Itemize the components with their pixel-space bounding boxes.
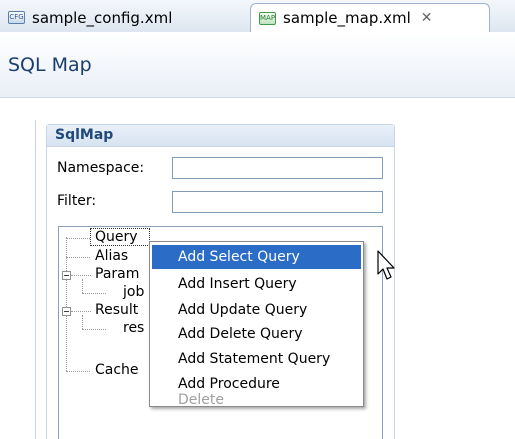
menu-item-add-insert-query[interactable]: Add Insert Query (152, 272, 361, 296)
tree-connector (66, 257, 90, 258)
tree-item-res[interactable]: res (123, 320, 144, 336)
close-icon[interactable]: ✕ (421, 10, 433, 26)
tree-item-alias[interactable]: Alias (95, 248, 128, 264)
menu-item-add-delete-query[interactable]: Add Delete Query (152, 322, 361, 346)
tree-connector (66, 238, 90, 239)
context-menu: Add Select Query Add Insert Query Add Up… (149, 241, 364, 407)
page-title: SQL Map (8, 54, 92, 76)
tree-connector (82, 279, 83, 293)
tree-item-parameter[interactable]: Param (95, 266, 139, 282)
menu-item-add-select-query[interactable]: Add Select Query (152, 245, 361, 269)
menu-item-delete: Delete (178, 392, 224, 408)
namespace-label: Namespace: (57, 160, 145, 176)
tree-connector (66, 371, 90, 372)
collapse-icon[interactable] (62, 271, 71, 280)
collapse-icon[interactable] (62, 307, 71, 316)
cfg-file-icon: CFG (8, 11, 25, 24)
tab-label: sample_map.xml (283, 9, 411, 27)
tree-item-query[interactable]: Query (95, 229, 138, 245)
tree-connector (71, 311, 91, 312)
divider (35, 120, 36, 439)
tab-label: sample_config.xml (32, 8, 173, 27)
tree-connector (82, 315, 83, 329)
menu-item-add-update-query[interactable]: Add Update Query (152, 298, 361, 322)
section-title[interactable]: SqlMap (47, 125, 394, 147)
tree-connector (82, 329, 106, 330)
editor-header: SQL Map (0, 32, 515, 98)
tree-connector (82, 293, 106, 294)
filter-input[interactable] (172, 191, 383, 213)
editor-tab-bar: CFG sample_config.xml MAP sample_map.xml… (0, 0, 515, 33)
tree-connector (71, 275, 91, 276)
menu-item-add-statement-query[interactable]: Add Statement Query (152, 347, 361, 371)
mouse-pointer-icon (377, 250, 395, 280)
tab-sample-config[interactable]: CFG sample_config.xml (0, 3, 236, 32)
map-file-icon: MAP (259, 11, 276, 25)
filter-label: Filter: (57, 193, 97, 209)
tree-item-result[interactable]: Result (95, 302, 138, 318)
namespace-input[interactable] (172, 157, 383, 179)
tree-item-cache[interactable]: Cache (95, 362, 139, 378)
tree-item-job[interactable]: job (123, 284, 144, 300)
tab-sample-map[interactable]: MAP sample_map.xml ✕ (250, 3, 490, 32)
